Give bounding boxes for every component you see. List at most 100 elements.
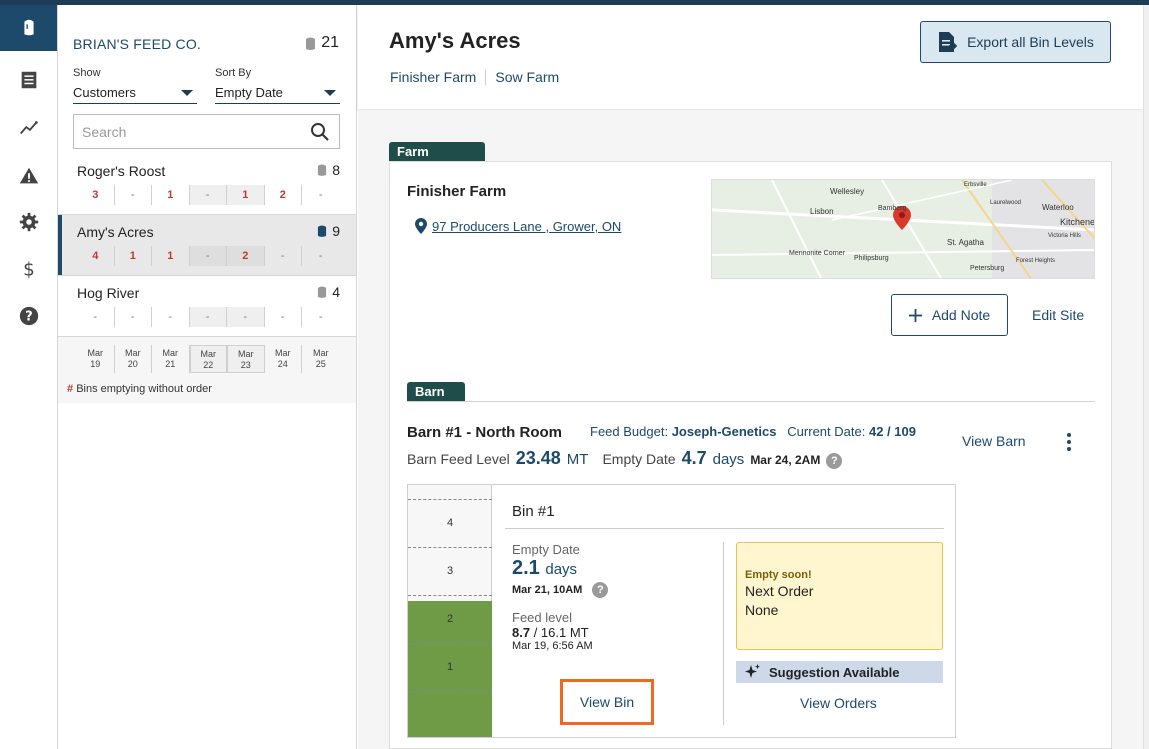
orders-icon	[21, 71, 36, 89]
chevron-down-icon	[324, 90, 336, 96]
day-count-cell: 1	[152, 185, 190, 205]
day-count-cell: -	[152, 307, 190, 327]
customer-panel: BRIAN'S FEED CO. 21 Show Customers Sort …	[58, 5, 357, 749]
chevron-down-icon	[181, 90, 193, 96]
plus-icon	[908, 308, 922, 322]
search-input[interactable]: Search	[73, 114, 340, 149]
add-note-button[interactable]: Add Note	[891, 294, 1008, 336]
day-count-cell: -	[115, 185, 152, 205]
tab-finisher-farm[interactable]: Finisher Farm	[390, 69, 485, 85]
sort-select[interactable]: Sort By Empty Date	[215, 67, 340, 104]
help-icon[interactable]: ?	[826, 453, 843, 469]
day-count-cell: -	[227, 307, 265, 327]
bin-icon	[23, 19, 34, 36]
bin-icon	[318, 225, 327, 237]
trend-icon	[19, 121, 38, 135]
date-column: Mar 19	[77, 345, 115, 373]
dollar-icon: $	[23, 259, 35, 280]
gear-icon	[19, 212, 38, 232]
date-columns: Mar 19 Mar 20 Mar 21 Mar 22 Mar 23 Mar 24 Mar 25	[77, 345, 340, 373]
customer-row-hog-river[interactable]: Hog River 4 -------	[58, 276, 356, 336]
svg-text:$: $	[23, 259, 35, 280]
export-bin-levels-button[interactable]: Export all Bin Levels	[920, 21, 1111, 63]
gauge-line	[408, 547, 492, 548]
help-icon: ?	[19, 306, 38, 326]
help-icon[interactable]: ?	[592, 582, 609, 598]
bin-card: 4 3 2 1 Bin #1 Empty Date 2.1 days Mar 21, …	[407, 484, 956, 738]
day-count-cell: -	[318, 311, 323, 323]
day-count-cell: 1	[115, 246, 152, 266]
nav-trends[interactable]	[0, 105, 57, 151]
barn-levels: Barn Feed Level 23.48 MT Empty Date 4.7 …	[407, 448, 843, 469]
page-header: Amy's Acres Finisher Farm Sow Farm Expor…	[358, 5, 1143, 109]
export-file-icon	[939, 32, 958, 52]
day-count-cell: 3	[77, 185, 115, 205]
customer-row-amys-acres[interactable]: Amy's Acres 9 411-2--	[58, 215, 356, 275]
gauge-level-label: 4	[446, 517, 454, 529]
legend-note: # Bins emptying without order	[67, 383, 212, 395]
nav-rail: $ ?	[0, 5, 58, 749]
view-orders-link[interactable]: View Orders	[800, 695, 877, 711]
farm-tabs: Finisher Farm Sow Farm	[390, 69, 568, 85]
nav-settings[interactable]	[0, 199, 57, 245]
edit-site-link[interactable]: Edit Site	[1032, 307, 1084, 323]
empty-soon-alert: Empty soon! Next Order None	[736, 542, 943, 650]
view-bin-button[interactable]: View Bin	[560, 679, 654, 725]
bin-info: Empty Date 2.1 days Mar 21, 10AM? Feed l…	[512, 542, 712, 652]
day-count-cell: -	[265, 307, 302, 327]
day-count-cell: 1	[227, 185, 265, 205]
divider	[723, 542, 724, 725]
day-count-cell: -	[189, 246, 227, 266]
bin-title: Bin #1	[512, 503, 555, 520]
svg-text:?: ?	[25, 310, 32, 325]
gauge-line	[408, 691, 492, 692]
nav-orders[interactable]	[0, 57, 57, 103]
divider	[407, 401, 1095, 402]
day-count-cell: -	[115, 307, 152, 327]
day-count-cell: 2	[227, 246, 265, 266]
gauge-level-label: 3	[446, 565, 454, 577]
search-icon[interactable]	[310, 122, 330, 142]
sparkle-icon	[745, 664, 760, 678]
barn-name: Barn #1 - North Room	[407, 424, 563, 441]
date-legend: Mar 19 Mar 20 Mar 21 Mar 22 Mar 23 Mar 24 Mar 25 # Bi…	[58, 337, 356, 403]
bin-icon	[318, 286, 327, 298]
alert-icon	[19, 167, 38, 184]
company-name: BRIAN'S FEED CO.	[73, 36, 202, 52]
date-column: Mar 21	[152, 345, 190, 373]
location-pin-icon	[415, 218, 427, 234]
company-bin-count: 21	[305, 34, 339, 52]
farm-address-link[interactable]: 97 Producers Lane , Grower, ON	[415, 218, 621, 234]
nav-billing[interactable]: $	[0, 246, 57, 292]
farm-map[interactable]: Wellesley Lisbon Bamberg Mennonite Corne…	[711, 179, 1095, 279]
date-column: Mar 23	[227, 345, 265, 373]
nav-alerts[interactable]	[0, 153, 57, 199]
date-column: Mar 22	[189, 345, 227, 373]
divider	[505, 528, 944, 529]
bin-icon	[318, 164, 327, 176]
day-counts: -------	[77, 307, 340, 327]
tab-sow-farm[interactable]: Sow Farm	[485, 69, 568, 85]
bin-level-gauge: 4 3 2 1	[408, 485, 492, 737]
view-barn-link[interactable]: View Barn	[962, 433, 1026, 449]
suggestion-available-banner[interactable]: Suggestion Available	[736, 661, 943, 683]
customer-row-rogers-roost[interactable]: Roger's Roost 8 3-1-12-	[58, 154, 356, 214]
page-scrollbar[interactable]	[1143, 5, 1149, 749]
farm-card: Finisher Farm 97 Producers Lane , Grower…	[389, 161, 1112, 749]
nav-bins[interactable]	[0, 5, 57, 51]
date-column: Mar 20	[115, 345, 152, 373]
date-column: Mar 25	[313, 348, 329, 369]
nav-help[interactable]: ?	[0, 293, 57, 339]
day-count-cell: -	[318, 250, 323, 262]
barn-section-tag: Barn	[407, 382, 465, 401]
day-count-cell: -	[318, 189, 323, 201]
show-select[interactable]: Show Customers	[73, 67, 197, 104]
day-count-cell: 2	[265, 185, 302, 205]
date-column: Mar 24	[265, 345, 302, 373]
main-content: Farm Finisher Farm 97 Producers Lane , G…	[358, 110, 1143, 749]
day-count-cell: -	[77, 307, 115, 327]
day-count-cell: 1	[152, 246, 190, 266]
more-options-icon[interactable]	[1066, 433, 1072, 451]
day-counts: 3-1-12-	[77, 185, 340, 205]
day-count-cell: -	[265, 246, 302, 266]
